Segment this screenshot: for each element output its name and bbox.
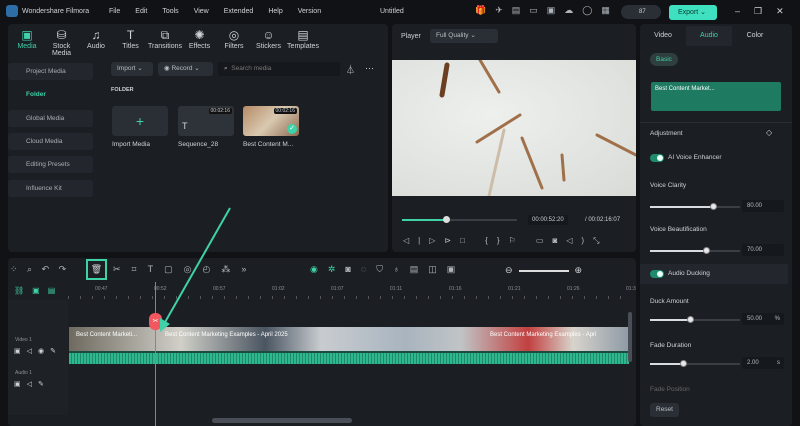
tab-color[interactable]: Color — [732, 26, 778, 46]
templates-icon: ▤ — [297, 28, 309, 42]
ruler-tick: 01:16 — [449, 286, 462, 292]
tab-stock-media[interactable]: ⛁ Stock Media — [45, 28, 79, 57]
ruler-tick: 01:07 — [331, 286, 344, 292]
titles-icon: T — [126, 28, 135, 42]
tab-audio[interactable]: ♫ Audio — [79, 28, 113, 50]
tab-stickers[interactable]: ☺ Stickers — [252, 28, 286, 50]
stock-icon: ⛁ — [56, 28, 67, 42]
sidebar-item-folder[interactable]: Folder — [8, 86, 93, 103]
ruler-tick: 01:02 — [272, 286, 285, 292]
effects-icon: ✺ — [194, 28, 205, 42]
tab-media[interactable]: ▣ Media — [10, 28, 44, 50]
ruler-tick: 00:52 — [154, 286, 167, 292]
ruler-tick: 00:57 — [213, 286, 226, 292]
sidebar-item-project-media[interactable]: Project Media — [8, 63, 93, 80]
tab-titles[interactable]: T Titles — [114, 28, 148, 50]
transitions-icon: ⧉ — [160, 28, 170, 42]
tab-effects[interactable]: ✺ Effects — [183, 28, 217, 50]
sidebar-item-global-media[interactable]: Global Media — [8, 110, 93, 127]
media-icon: ▣ — [21, 28, 33, 42]
sidebar-item-cloud-media[interactable]: Cloud Media — [8, 133, 93, 150]
tab-templates[interactable]: ▤ Templates — [286, 28, 320, 50]
ruler-tick: 01:11 — [390, 286, 403, 292]
sidebar-item-influence-kit[interactable]: Influence Kit — [8, 180, 93, 197]
ruler-tick: 00:47 — [95, 286, 108, 292]
music-icon: ♫ — [91, 28, 101, 42]
ruler-tick: 01:3 — [626, 286, 636, 292]
tab-audio[interactable]: Audio — [686, 26, 732, 46]
stickers-icon: ☺ — [262, 28, 275, 42]
filters-icon: ◎ — [228, 28, 240, 42]
ruler-tick: 01:21 — [508, 286, 521, 292]
annotation-arrow — [160, 207, 231, 332]
sidebar-item-editing-presets[interactable]: Editing Presets — [8, 156, 93, 173]
ruler-tick: 01:26 — [567, 286, 580, 292]
tab-transitions[interactable]: ⧉ Transitions — [148, 28, 182, 50]
tab-video[interactable]: Video — [640, 26, 686, 46]
ruler-line — [68, 296, 630, 299]
tab-filters[interactable]: ◎ Filters — [217, 28, 251, 50]
